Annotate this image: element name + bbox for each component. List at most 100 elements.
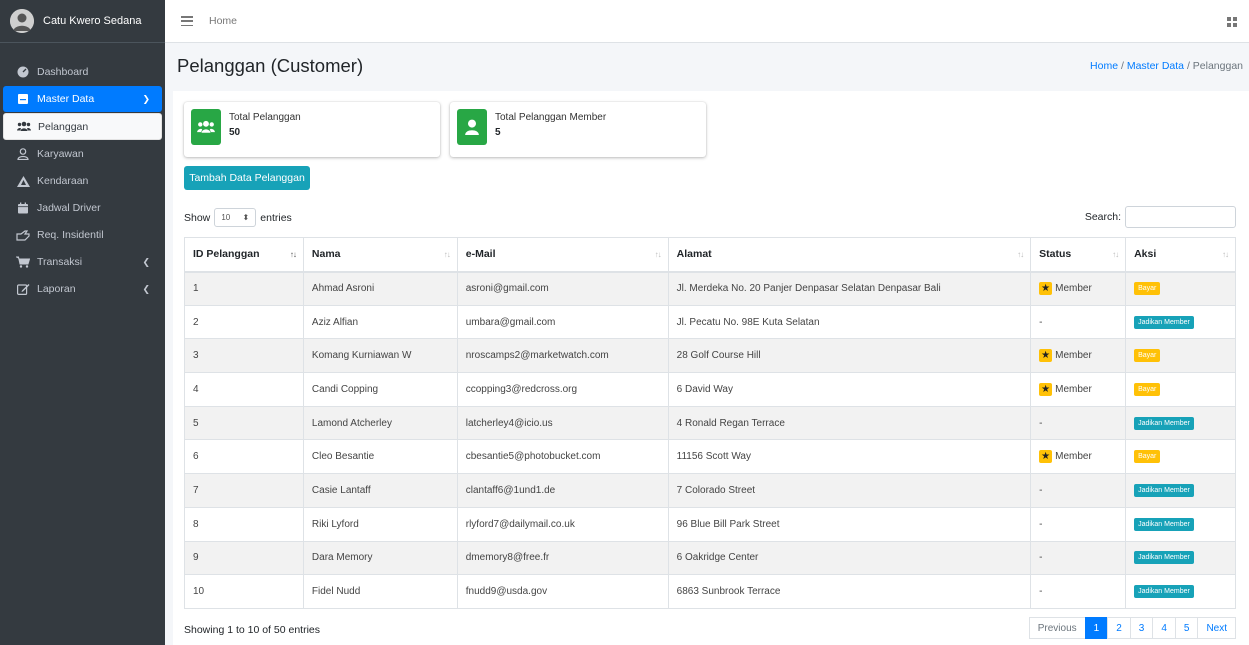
star-icon: ★: [1039, 349, 1053, 363]
cell-status: -: [1030, 304, 1127, 340]
make-member-button[interactable]: Jadikan Member: [1134, 517, 1194, 531]
stat-label: Total Pelanggan: [229, 112, 301, 123]
cell-aksi: Bayar: [1125, 372, 1236, 407]
entries-select[interactable]: 10 ⬍: [214, 208, 257, 227]
search-input[interactable]: [1125, 206, 1236, 228]
cell-email: latcherley4@icio.us: [456, 405, 669, 441]
pagination-page-5[interactable]: 5: [1174, 617, 1199, 639]
pagination-page-1[interactable]: 1: [1084, 617, 1109, 639]
sidebar-item-laporan[interactable]: Laporan ❮: [3, 276, 162, 302]
sidebar-item-jadwal-driver[interactable]: Jadwal Driver: [3, 195, 162, 221]
add-customer-button[interactable]: Tambah Data Pelanggan: [184, 166, 310, 190]
tachometer-icon: [16, 66, 30, 78]
breadcrumb-home[interactable]: Home: [1090, 60, 1118, 72]
entries-label: entries: [260, 211, 292, 224]
star-icon: ★: [1039, 450, 1053, 464]
cell-email: rlyford7@dailymail.co.uk: [456, 506, 669, 542]
column-header-aksi[interactable]: Aksi ↑↓: [1125, 237, 1236, 273]
cell-email: asroni@gmail.com: [456, 271, 669, 306]
cell-status: ★ Member: [1030, 372, 1127, 407]
sidebar-item-master-data[interactable]: Master Data ❯: [3, 86, 162, 112]
search-control: Search:: [1085, 206, 1236, 228]
stat-value: 50: [229, 127, 241, 138]
pagination-page-4[interactable]: 4: [1152, 617, 1176, 639]
status-text: -: [1039, 417, 1043, 429]
cell-nama: Cleo Besantie: [302, 439, 458, 475]
cell-status: -: [1030, 574, 1127, 609]
make-member-button[interactable]: Jadikan Member: [1134, 551, 1194, 565]
entries-select-value: 10: [221, 213, 231, 222]
make-member-button[interactable]: Jadikan Member: [1134, 416, 1194, 430]
pagination-next[interactable]: Next: [1197, 617, 1236, 639]
status-text: -: [1039, 316, 1043, 328]
table-row: 10 Fidel Nudd fnudd9@usda.gov 6863 Sunbrook…: [184, 574, 1236, 609]
cell-alamat: Jl. Pecatu No. 98E Kuta Selatan: [667, 304, 1032, 340]
breadcrumb-current: Pelanggan: [1192, 59, 1243, 72]
cell-aksi: Bayar: [1125, 271, 1236, 306]
content-header: Pelanggan (Customer) Home / Master Data …: [165, 43, 1249, 88]
column-header-nama[interactable]: Nama ↑↓: [302, 237, 458, 273]
sidebar-item-dashboard[interactable]: Dashboard: [3, 59, 162, 85]
cell-email: nroscamps2@marketwatch.com: [456, 338, 669, 374]
show-label: Show: [184, 211, 211, 224]
calendar-icon: [16, 202, 30, 214]
sort-icon: ↑↓: [443, 250, 451, 259]
column-header-id[interactable]: ID Pelanggan ↑↓: [184, 237, 304, 273]
cell-nama: Candi Copping: [302, 372, 458, 407]
column-header-email[interactable]: e-Mail ↑↓: [456, 237, 669, 273]
cell-status: ★ Member: [1030, 338, 1127, 374]
brand-name: Catu Kwero Sedana: [43, 15, 142, 27]
cell-status: -: [1030, 540, 1127, 576]
page-title: Pelanggan (Customer): [177, 54, 364, 76]
pay-button[interactable]: Bayar: [1134, 382, 1161, 396]
cell-alamat: 6 David Way: [667, 372, 1032, 407]
sidebar-item-label: Req. Insidentil: [37, 229, 104, 241]
cell-id: 9: [184, 540, 304, 576]
table-row: 7 Casie Lantaff clantaff6@1und1.de 7 Colora…: [184, 473, 1236, 508]
pagination-previous[interactable]: Previous: [1028, 617, 1086, 639]
pay-button[interactable]: Bayar: [1134, 282, 1161, 296]
chevron-down-icon: ❯: [142, 93, 150, 104]
table-body: 1 Ahmad Asroni asroni@gmail.com Jl. Merdeka…: [184, 271, 1236, 609]
breadcrumb-master-data[interactable]: Master Data: [1127, 60, 1184, 72]
column-header-alamat[interactable]: Alamat ↑↓: [667, 237, 1032, 273]
pay-button[interactable]: Bayar: [1134, 450, 1161, 464]
apps-grid-icon[interactable]: [1227, 17, 1237, 27]
edit-icon: [16, 283, 30, 295]
sidebar-item-label: Pelanggan: [38, 120, 89, 133]
cell-aksi: Jadikan Member: [1125, 540, 1236, 576]
menu-toggle-icon[interactable]: [181, 16, 193, 26]
column-header-status[interactable]: Status ↑↓: [1030, 237, 1127, 273]
nav-home-link[interactable]: Home: [209, 15, 237, 27]
sidebar-item-req-insidentil[interactable]: Req. Insidentil: [3, 222, 162, 248]
pay-button[interactable]: Bayar: [1134, 349, 1161, 363]
users-icon: [191, 109, 221, 145]
pagination-page-3[interactable]: 3: [1129, 617, 1154, 639]
breadcrumb-separator: /: [1120, 59, 1124, 72]
cell-nama: Riki Lyford: [302, 506, 458, 542]
cell-alamat: 4 Ronald Regan Terrace: [667, 405, 1032, 441]
sidebar-item-transaksi[interactable]: Transaksi ❮: [3, 249, 162, 275]
make-member-button[interactable]: Jadikan Member: [1134, 483, 1194, 497]
cell-id: 4: [184, 372, 304, 407]
make-member-button[interactable]: Jadikan Member: [1134, 315, 1194, 329]
make-member-button[interactable]: Jadikan Member: [1134, 585, 1194, 599]
table-row: 4 Candi Copping ccopping3@redcross.org 6 Da…: [184, 372, 1236, 407]
sidebar-item-karyawan[interactable]: Karyawan: [3, 141, 162, 167]
cell-id: 8: [184, 506, 304, 542]
cell-alamat: 28 Golf Course Hill: [667, 338, 1032, 374]
status-text: Member: [1055, 283, 1092, 295]
sidebar-item-kendaraan[interactable]: Kendaraan: [3, 168, 162, 194]
cell-aksi: Bayar: [1125, 439, 1236, 475]
brand[interactable]: Catu Kwero Sedana: [0, 0, 165, 43]
pagination: Previous 1 2 3 4 5 Next: [1028, 617, 1236, 639]
updown-icon: ⬍: [242, 213, 250, 222]
status-text: -: [1039, 518, 1043, 530]
stat-total-pelanggan: Total Pelanggan 50: [184, 102, 440, 157]
cell-aksi: Bayar: [1125, 338, 1236, 374]
pagination-page-2[interactable]: 2: [1107, 617, 1131, 639]
cell-id: 2: [184, 304, 304, 340]
sidebar-item-pelanggan[interactable]: Pelanggan: [3, 113, 162, 140]
cell-alamat: 7 Colorado Street: [667, 473, 1032, 508]
star-icon: ★: [1039, 382, 1053, 396]
